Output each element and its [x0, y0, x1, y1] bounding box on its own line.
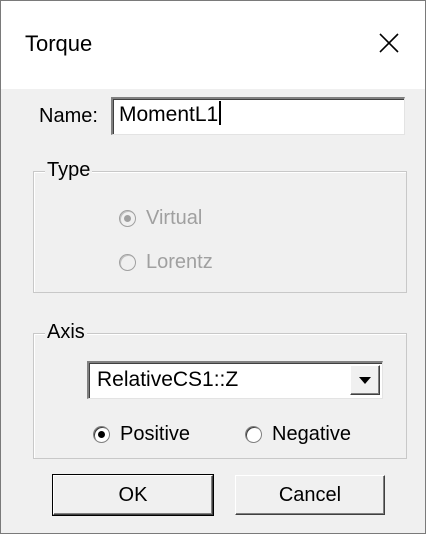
axis-select[interactable]: RelativeCS1::Z — [87, 361, 383, 399]
type-option-lorentz[interactable]: Lorentz — [119, 251, 213, 274]
chevron-down-icon — [359, 377, 371, 384]
name-input[interactable]: MomentL1 — [111, 97, 405, 135]
close-button[interactable] — [353, 13, 425, 73]
cancel-button[interactable]: Cancel — [235, 475, 385, 515]
window-title: Torque — [25, 31, 93, 56]
text-caret — [219, 101, 222, 125]
virtual-radio[interactable] — [119, 210, 136, 227]
lorentz-radio-label: Lorentz — [146, 251, 213, 273]
torque-dialog: Torque Name: MomentL1 Type Virtual Loren… — [0, 0, 426, 534]
lorentz-radio[interactable] — [119, 254, 136, 271]
radio-selected-dot — [98, 431, 105, 438]
axis-select-value: RelativeCS1::Z — [97, 368, 239, 391]
axis-option-negative[interactable]: Negative — [245, 423, 351, 446]
type-option-virtual[interactable]: Virtual — [119, 207, 202, 230]
axis-select-dropdown-button[interactable] — [350, 365, 380, 395]
name-label: Name: — [39, 105, 98, 127]
type-groupbox — [33, 171, 407, 293]
axis-option-positive[interactable]: Positive — [93, 423, 190, 446]
positive-radio[interactable] — [93, 426, 110, 443]
title-bar[interactable]: Torque — [1, 1, 425, 89]
negative-radio-label: Negative — [272, 423, 351, 445]
radio-selected-dot — [124, 215, 131, 222]
type-group-legend: Type — [45, 159, 93, 182]
virtual-radio-label: Virtual — [146, 207, 203, 229]
close-icon — [379, 33, 399, 53]
ok-button[interactable]: OK — [52, 474, 214, 516]
positive-radio-label: Positive — [120, 423, 191, 445]
axis-group-legend: Axis — [45, 321, 87, 344]
negative-radio[interactable] — [245, 426, 262, 443]
name-value: MomentL1 — [119, 103, 219, 126]
